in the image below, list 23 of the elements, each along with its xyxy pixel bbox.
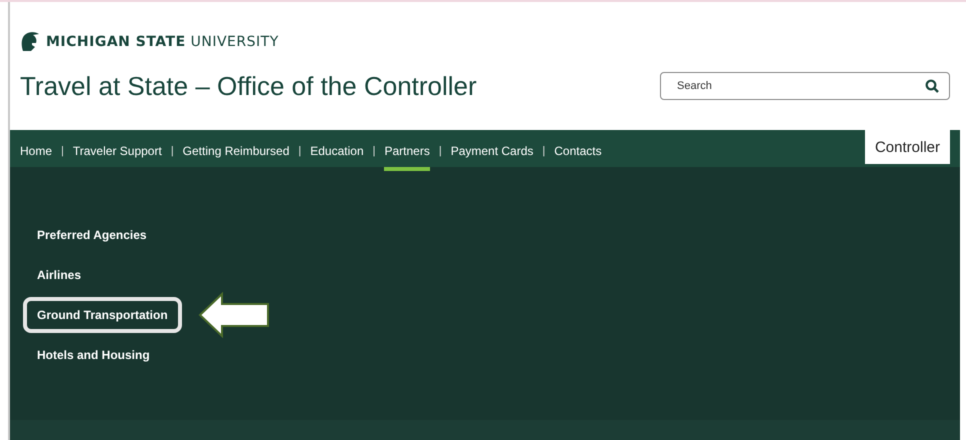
- nav-link[interactable]: Education: [310, 130, 364, 171]
- submenu-link[interactable]: Preferred Agencies: [23, 217, 161, 253]
- submenu-link[interactable]: Airlines: [23, 257, 96, 293]
- nav-link[interactable]: Payment Cards: [450, 130, 534, 171]
- site-title: Travel at State – Office of the Controller: [20, 70, 477, 102]
- nav-link[interactable]: Home: [20, 130, 52, 171]
- nav-link[interactable]: Contacts: [554, 130, 602, 171]
- search-box[interactable]: Search: [660, 72, 950, 100]
- nav-link[interactable]: Getting Reimbursed: [182, 130, 290, 171]
- nav-separator: |: [298, 144, 302, 156]
- search-field[interactable]: Search: [675, 79, 925, 93]
- submenu-link[interactable]: Ground Transportation: [23, 297, 182, 333]
- submenu-link[interactable]: Hotels and Housing: [23, 337, 164, 373]
- nav-link[interactable]: Traveler Support: [72, 130, 162, 171]
- spartan-helmet-logo: [20, 31, 40, 53]
- nav-separator: |: [542, 144, 546, 156]
- nav-separator: |: [170, 144, 174, 156]
- controller-tab[interactable]: Controller: [864, 130, 950, 164]
- nav-separator: |: [438, 144, 442, 156]
- search-icon[interactable]: [925, 79, 939, 93]
- nav-separator: |: [61, 144, 64, 156]
- nav-separator: |: [372, 144, 376, 156]
- university-wordmark: MICHIGAN STATE UNIVERSITY: [46, 34, 279, 50]
